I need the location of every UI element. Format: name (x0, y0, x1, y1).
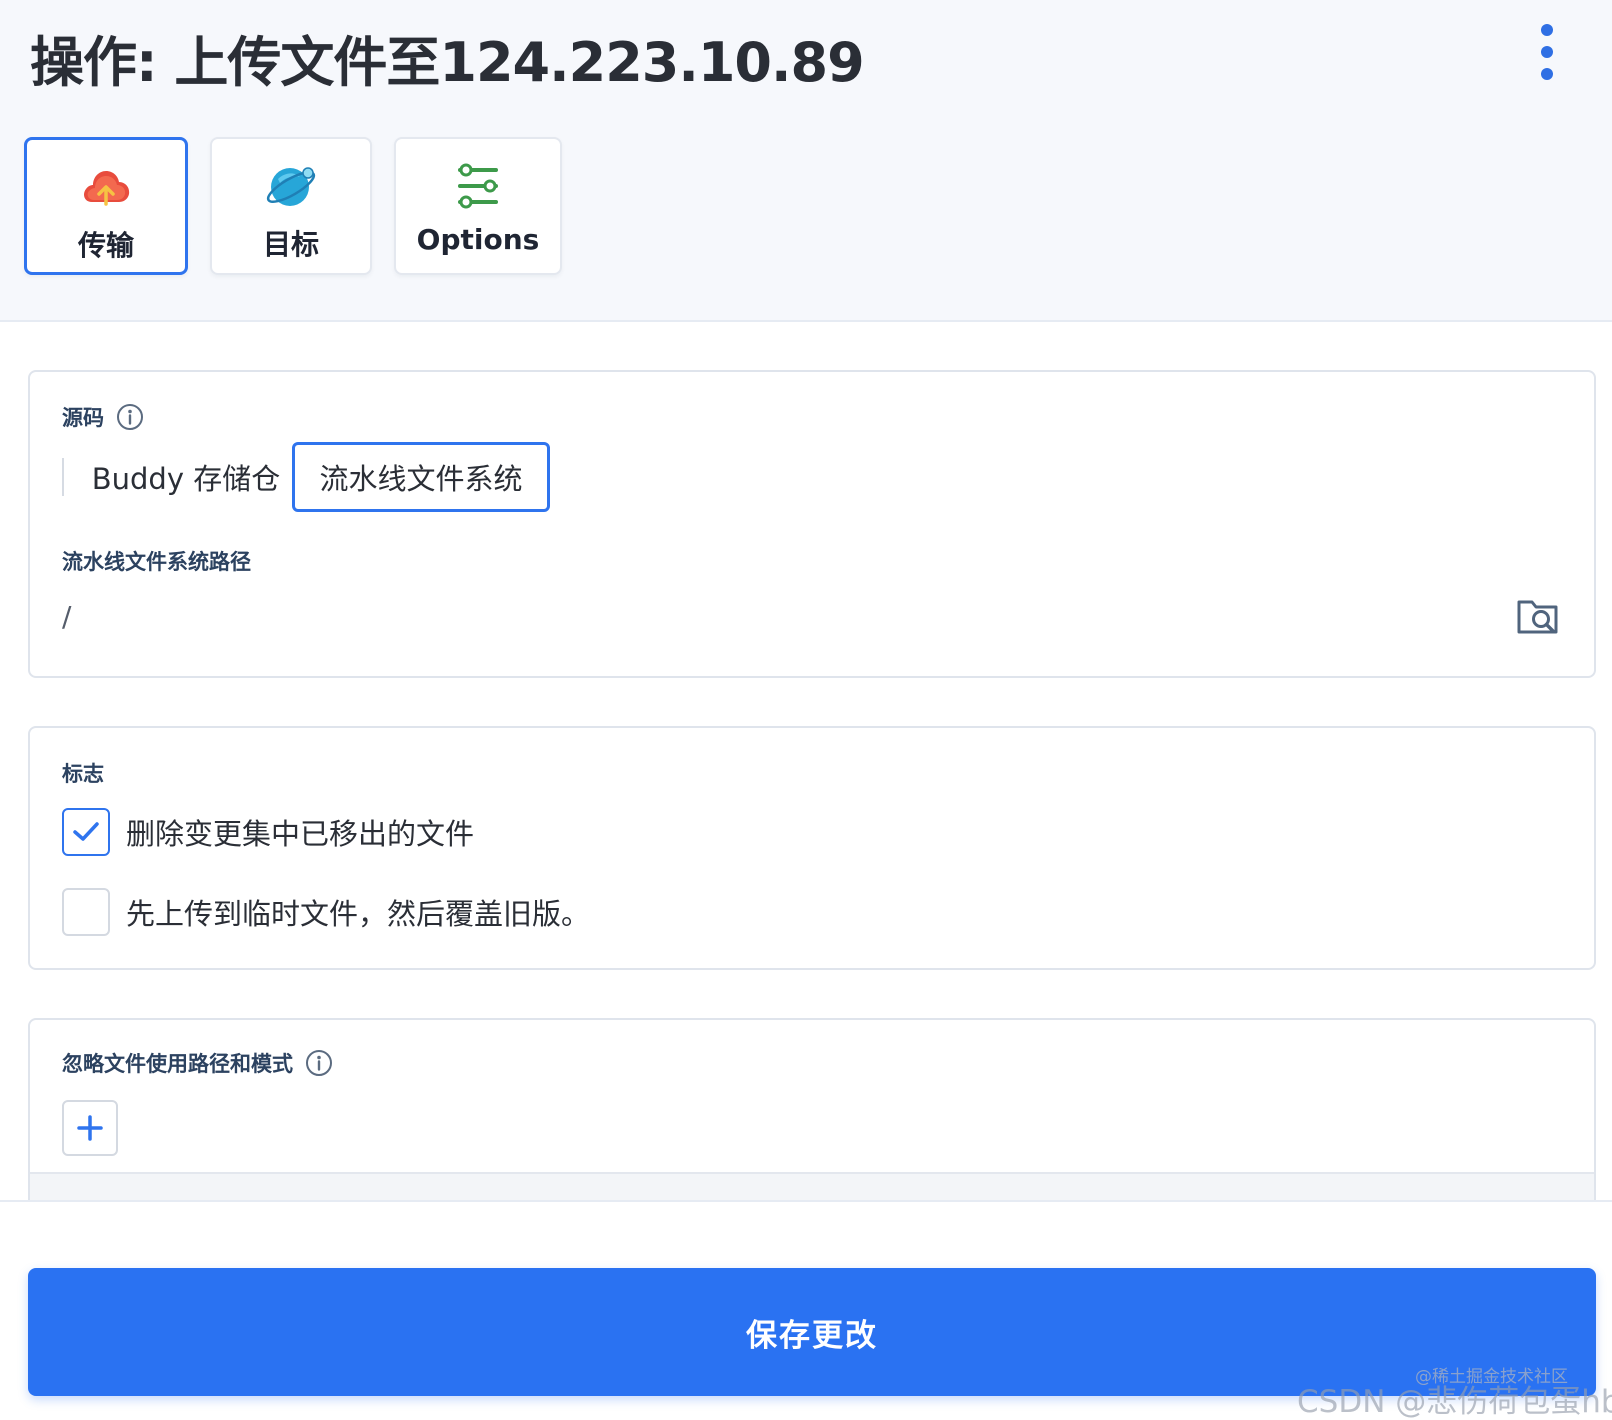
source-label: 源码 (62, 406, 104, 430)
source-option-pipeline-fs[interactable]: 流水线文件系统 (292, 442, 550, 512)
folder-search-icon[interactable] (1516, 596, 1560, 638)
source-option-buddy-repo[interactable]: Buddy 存储仓 (86, 442, 286, 512)
info-icon[interactable] (116, 403, 144, 431)
flag-delete-removed-files[interactable]: 删除变更集中已移出的文件 (62, 808, 474, 856)
sliders-icon (450, 161, 506, 211)
tab-transfer-label: 传输 (77, 229, 134, 262)
pipeline-path-label: 流水线文件系统路径 (62, 550, 251, 574)
flag-delete-removed-files-label: 删除变更集中已移出的文件 (126, 817, 475, 851)
ignore-card: 忽略文件使用路径和模式 (28, 1018, 1596, 1218)
info-icon[interactable] (305, 1049, 333, 1077)
tab-target[interactable]: 目标 (210, 137, 372, 275)
kebab-menu-icon[interactable] (1530, 24, 1564, 80)
tab-transfer[interactable]: 传输 (24, 137, 188, 275)
ignore-label-row: 忽略文件使用路径和模式 (62, 1048, 333, 1078)
pipeline-path-input[interactable]: / (62, 600, 71, 633)
flag-upload-temp-then-overwrite[interactable]: 先上传到临时文件，然后覆盖旧版。 (62, 888, 590, 936)
tab-options-label: Options (416, 223, 540, 256)
cloud-upload-icon (78, 162, 134, 212)
segment-divider (62, 458, 64, 496)
source-label-row: 源码 (62, 402, 144, 432)
page-title: 操作: 上传文件至124.223.10.89 (30, 31, 865, 94)
footer: 保存更改 @稀土掘金技术社区 CSDN @悲伤荷包蛋hb (0, 1200, 1612, 1420)
flag-upload-temp-then-overwrite-label: 先上传到临时文件，然后覆盖旧版。 (126, 897, 591, 931)
tab-target-label: 目标 (262, 228, 319, 261)
checkmark-icon (73, 822, 99, 841)
watermark-large: CSDN @悲伤荷包蛋hb (1297, 1384, 1612, 1420)
ignore-label: 忽略文件使用路径和模式 (62, 1052, 293, 1076)
checkbox-upload-temp-then-overwrite[interactable] (62, 888, 110, 936)
checkbox-delete-removed-files[interactable] (62, 808, 110, 856)
planet-icon (263, 161, 319, 211)
source-card: 源码 Buddy 存储仓 流水线文件系统 流水线文件系统路径 / (28, 370, 1596, 678)
flags-card: 标志 删除变更集中已移出的文件 先上传到临时文件，然后覆盖旧版。 (28, 726, 1596, 970)
tab-options[interactable]: Options (394, 137, 562, 275)
header: 操作: 上传文件至124.223.10.89 传输 目标 Options (0, 0, 1612, 322)
card-divider (30, 1172, 1594, 1202)
flags-label: 标志 (62, 762, 104, 786)
add-ignore-pattern-button[interactable] (62, 1100, 118, 1156)
plus-icon (77, 1115, 103, 1141)
